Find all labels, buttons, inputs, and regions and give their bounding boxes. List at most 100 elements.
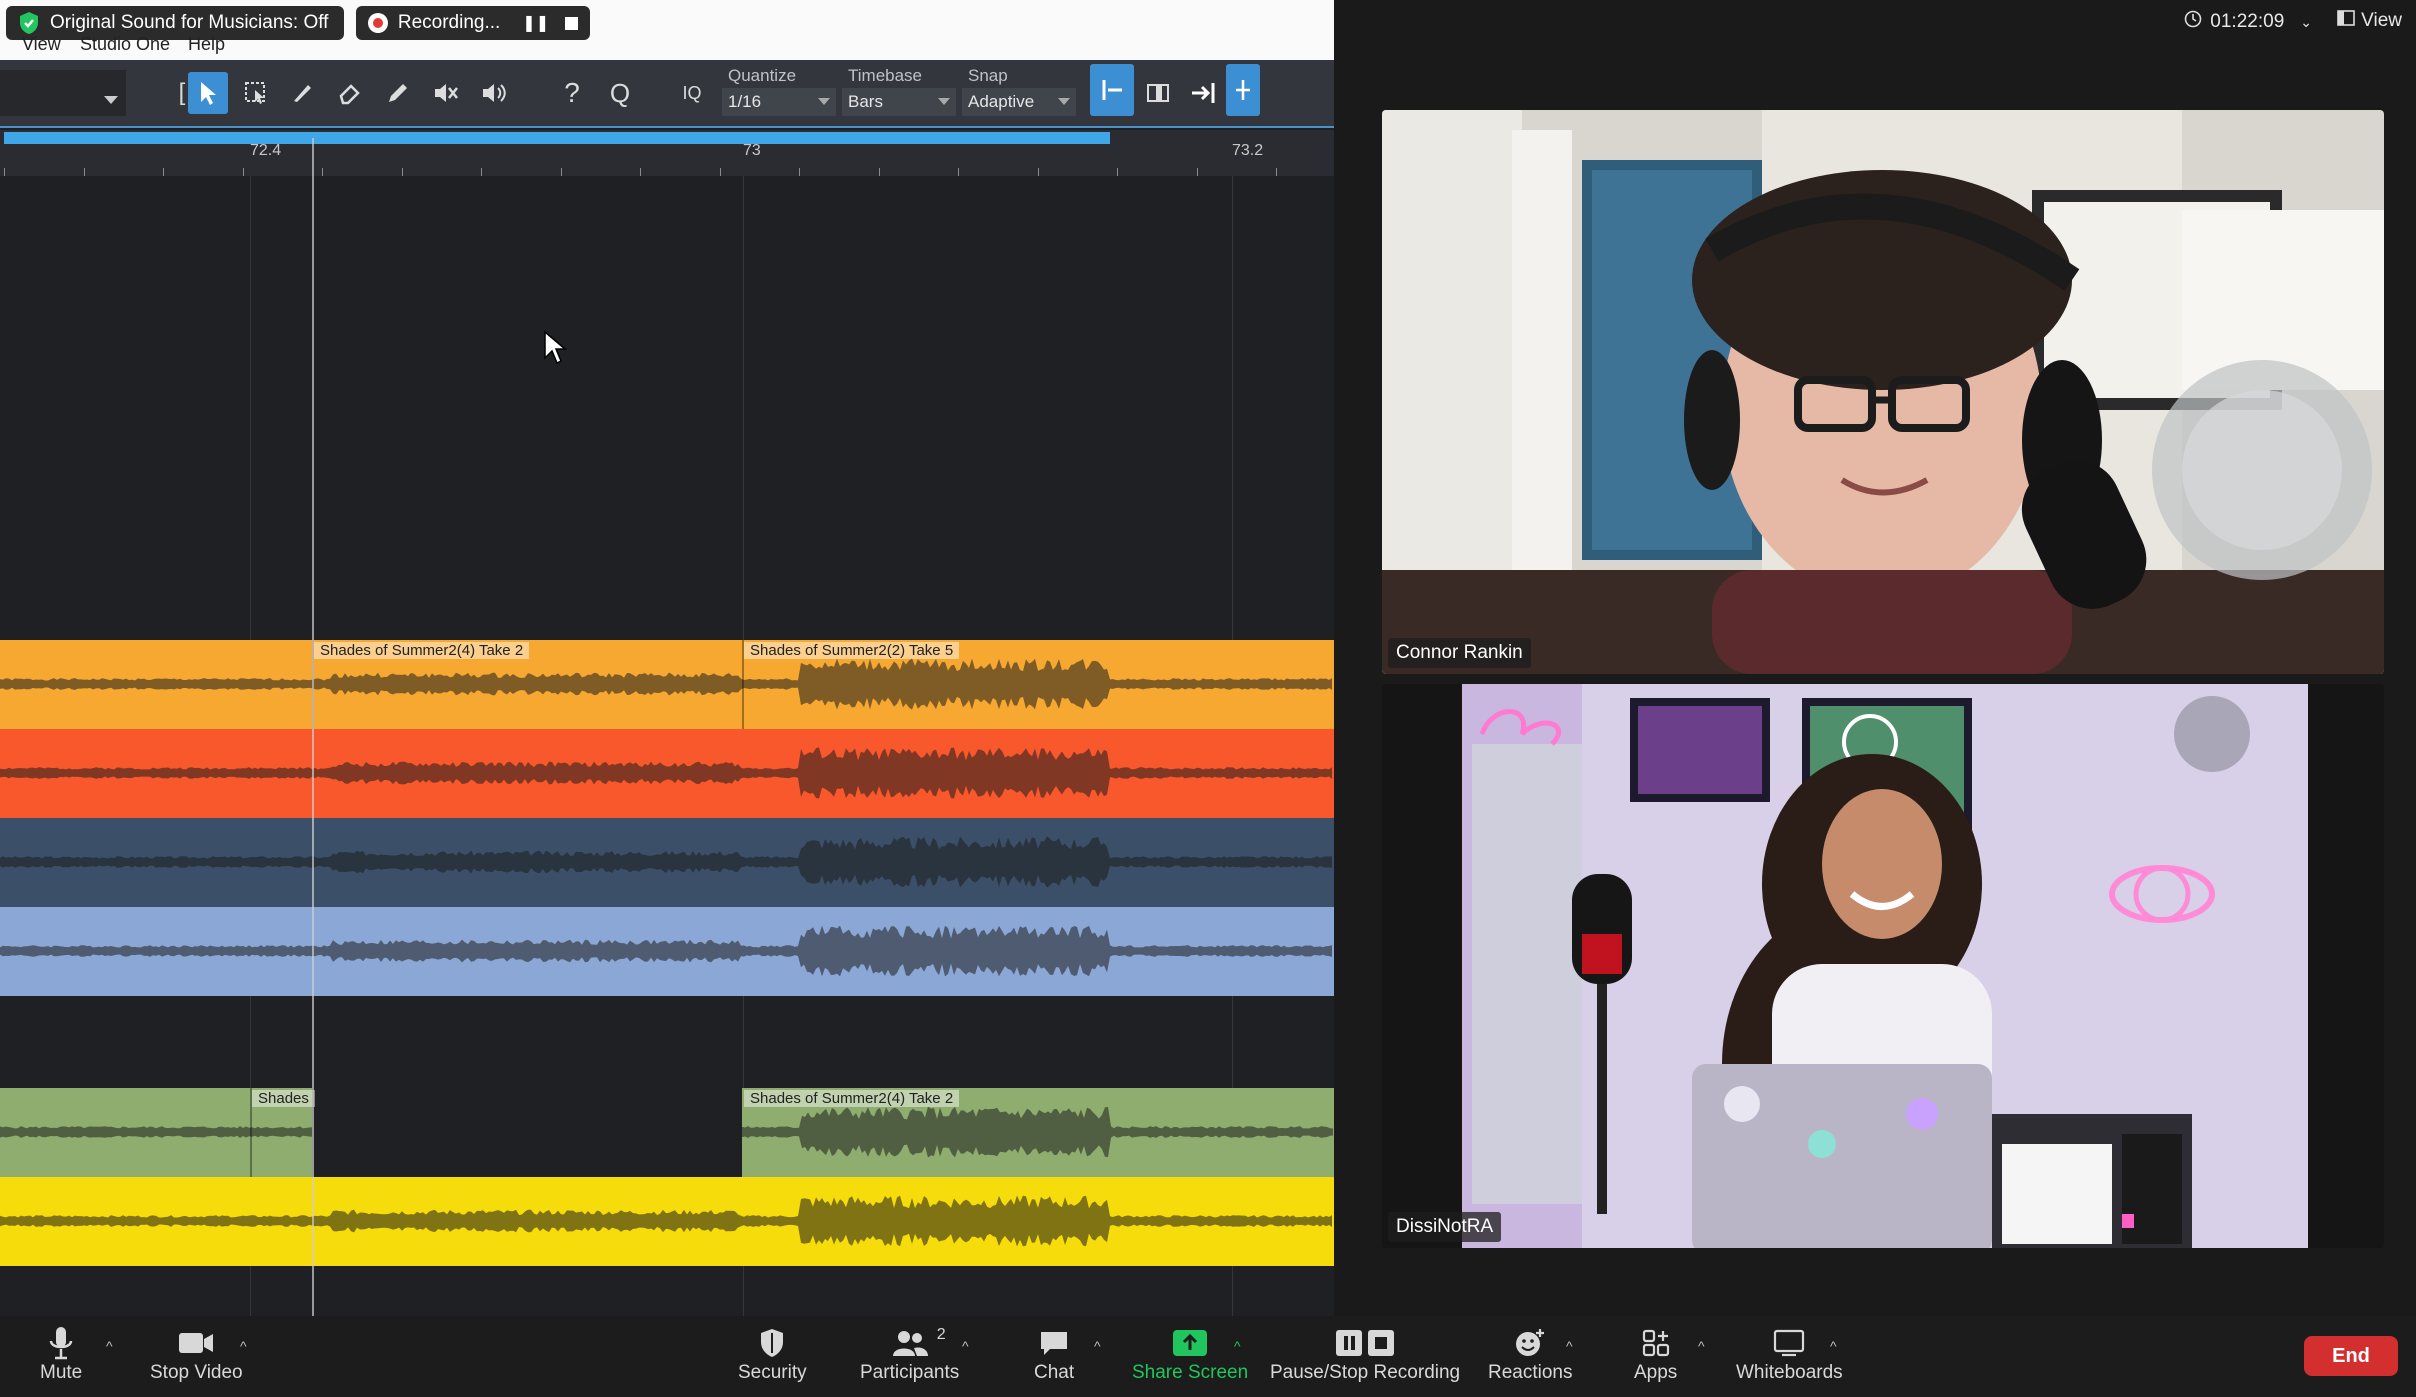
playhead[interactable] [312, 138, 314, 1316]
snap-to-event-icon[interactable] [1138, 72, 1178, 114]
shield-icon [758, 1324, 786, 1362]
chevron-down-icon: ⌄ [2300, 13, 2312, 30]
timebase-value: Bars [848, 92, 883, 111]
view-label: View [2361, 10, 2402, 31]
arrange-view[interactable]: Shades of Summer2(4) Take 2 Shades of Su… [0, 176, 1334, 1316]
track-lane-5[interactable]: Shades Shades of Summer2(4) Take 2 [0, 1088, 1334, 1177]
microphone-icon [46, 1324, 76, 1362]
ruler-tick [561, 168, 562, 176]
participant-video-tile[interactable]: Connor Rankin [1382, 110, 2384, 674]
whiteboard-icon [1772, 1324, 1806, 1362]
apps-icon [1641, 1324, 1671, 1362]
track-lane-1[interactable]: Shades of Summer2(4) Take 2 Shades of Su… [0, 640, 1334, 729]
snap-select[interactable]: Adaptive [962, 88, 1076, 116]
chevron-up-icon[interactable]: ^ [962, 1338, 969, 1354]
chevron-up-icon[interactable]: ^ [1094, 1338, 1101, 1354]
track-lane-3[interactable] [0, 818, 1334, 907]
chevron-down-icon [818, 98, 830, 105]
chevron-up-icon[interactable]: ^ [106, 1338, 113, 1354]
ruler-tick [879, 168, 880, 176]
chevron-up-icon[interactable]: ^ [1234, 1338, 1241, 1354]
loop-range-bar[interactable] [4, 132, 1110, 144]
chat-label: Chat [1034, 1362, 1075, 1383]
participants-button[interactable]: 2 Participants [860, 1324, 959, 1384]
snap-split-icon[interactable] [1226, 64, 1260, 116]
chevron-up-icon[interactable]: ^ [240, 1338, 247, 1354]
listen-tool-icon[interactable] [474, 72, 514, 114]
participants-label: Participants [860, 1362, 960, 1383]
ruler-tick [640, 168, 641, 176]
share-screen-label: Share Screen [1132, 1362, 1249, 1383]
meeting-timer[interactable]: 01:22:09 ⌄ [2184, 10, 2312, 34]
share-screen-icon [1171, 1324, 1209, 1362]
arrow-tool-icon[interactable] [188, 72, 228, 114]
share-screen-button[interactable]: Share Screen [1132, 1324, 1248, 1384]
chevron-up-icon[interactable]: ^ [1830, 1338, 1837, 1354]
reactions-button[interactable]: Reactions [1488, 1324, 1573, 1384]
chevron-down-icon [104, 96, 118, 104]
quantize-value: 1/16 [728, 92, 762, 111]
stop-icon[interactable] [565, 16, 578, 30]
mute-label: Mute [40, 1362, 83, 1383]
view-button[interactable]: View [2337, 10, 2402, 32]
split-tool-icon[interactable] [282, 72, 322, 114]
chevron-up-icon[interactable]: ^ [1566, 1338, 1573, 1354]
clip-label: Shades [252, 1090, 315, 1107]
participant-video-tile[interactable]: DissiNotRA [1382, 684, 2384, 1248]
chat-button[interactable]: Chat [1034, 1324, 1074, 1384]
pencil-icon[interactable] [378, 72, 418, 114]
pause-icon[interactable]: ❚❚ [522, 13, 549, 33]
timebase-select[interactable]: Bars [842, 88, 956, 116]
menu-studio-one[interactable]: Studio One [80, 34, 170, 55]
iq-icon[interactable]: IQ [672, 72, 712, 114]
chevron-up-icon[interactable]: ^ [1698, 1338, 1705, 1354]
eraser-icon[interactable] [330, 72, 370, 114]
participant-video [1382, 110, 2384, 674]
clip-label: Shades of Summer2(4) Take 2 [314, 642, 530, 659]
whiteboards-button[interactable]: Whiteboards [1736, 1324, 1843, 1384]
recording-label: Recording... [397, 12, 501, 33]
ruler-tick [481, 168, 482, 176]
stop-video-button[interactable]: Stop Video [150, 1324, 243, 1384]
track-lane-2[interactable] [0, 729, 1334, 818]
stop-video-label: Stop Video [150, 1362, 243, 1383]
daw-toolbar: [ ? Q IQ Quantize 1/16 Timebase Bars Sna… [0, 60, 1334, 128]
quantize-select[interactable]: 1/16 [722, 88, 836, 116]
search-icon[interactable]: Q [600, 72, 640, 114]
snap-to-grid-icon[interactable] [1090, 64, 1134, 116]
original-sound-label: Original Sound for Musicians: Off [50, 12, 329, 33]
shared-screen: Original Sound for Musicians: Off Record… [0, 0, 1334, 1316]
help-icon[interactable]: ? [552, 72, 592, 114]
participant-name-tag: Connor Rankin [1388, 638, 1531, 668]
participants-count: 2 [936, 1326, 946, 1343]
mute-button[interactable]: Mute [40, 1324, 82, 1384]
menu-view[interactable]: View [22, 34, 61, 55]
menu-help[interactable]: Help [188, 34, 225, 55]
pause-stop-recording-button[interactable]: Pause/Stop Recording [1270, 1324, 1460, 1384]
whiteboards-label: Whiteboards [1736, 1362, 1843, 1383]
recording-indicator[interactable]: Recording... ❚❚ [356, 6, 590, 40]
chat-icon [1038, 1324, 1070, 1362]
track-selector[interactable] [0, 70, 126, 116]
timer-value: 01:22:09 [2210, 11, 2285, 32]
chevron-down-icon [1058, 98, 1070, 105]
range-tool-icon[interactable] [236, 72, 276, 114]
security-label: Security [738, 1362, 807, 1383]
apps-button[interactable]: Apps [1634, 1324, 1677, 1384]
track-lane-6[interactable] [0, 1177, 1334, 1266]
participants-icon: 2 [890, 1324, 946, 1362]
apps-label: Apps [1634, 1362, 1678, 1383]
clip-label: Shades of Summer2(2) Take 5 [744, 642, 960, 659]
mute-tool-icon[interactable] [426, 72, 466, 114]
shield-icon [18, 11, 40, 35]
end-meeting-button[interactable]: End [2304, 1336, 2398, 1376]
snap-to-cursor-icon[interactable] [1184, 72, 1224, 114]
track-lane-4[interactable] [0, 907, 1334, 996]
ruler-tick [402, 168, 403, 176]
ruler-tick [1276, 168, 1277, 176]
waveform [0, 818, 1334, 907]
pause-stop-recording-label: Pause/Stop Recording [1270, 1362, 1461, 1383]
snap-label: Snap [968, 66, 1008, 85]
ruler-tick [1038, 168, 1039, 176]
security-button[interactable]: Security [738, 1324, 807, 1384]
